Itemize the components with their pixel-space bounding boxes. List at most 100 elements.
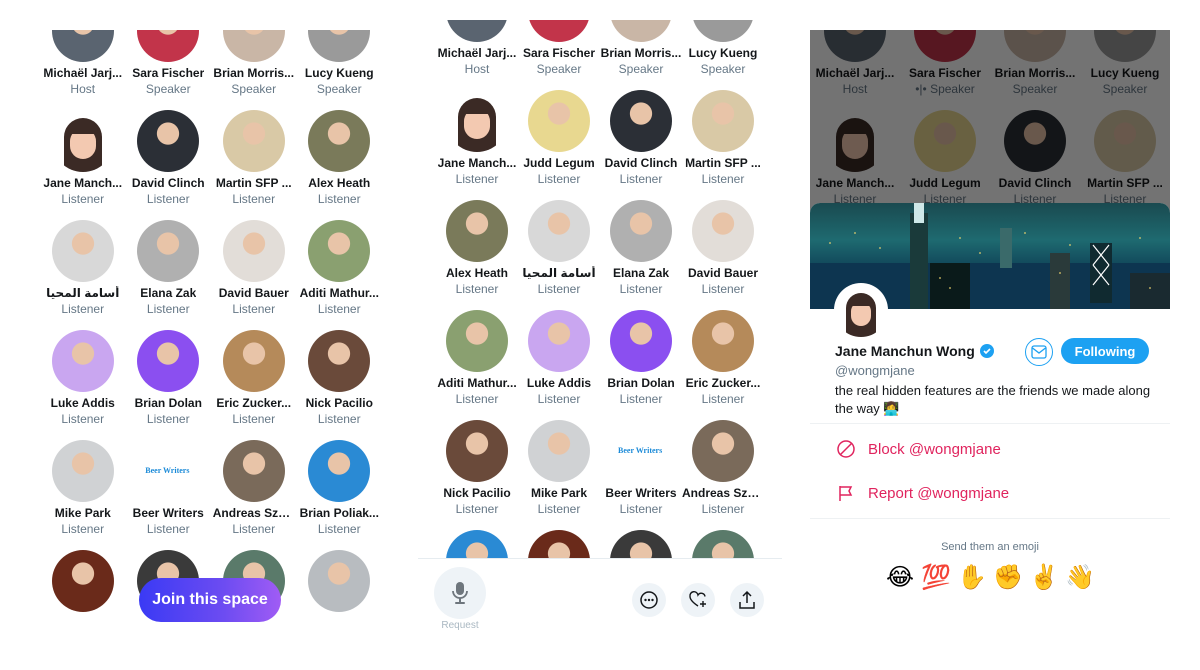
participant-item[interactable]: Mike Park Listener: [518, 420, 600, 518]
profile-avatar[interactable]: [834, 283, 888, 337]
participant-role: Listener: [232, 192, 276, 206]
participant-item[interactable]: أسامة المحيا Listener: [518, 200, 600, 298]
participant-name: Elana Zak: [612, 266, 670, 280]
emoji-button[interactable]: 😂: [884, 563, 916, 592]
emoji-button[interactable]: ✌️: [1028, 563, 1060, 592]
participant-item[interactable]: Judd Legum Listener: [518, 90, 600, 188]
participant-item[interactable]: Brian Morris... Speaker: [600, 20, 682, 78]
participant-avatar: [308, 550, 371, 612]
participant-name: Brian Morris...: [213, 66, 295, 80]
participant-role: Listener: [317, 522, 361, 536]
participant-item[interactable]: أسامة المحيا Listener: [40, 220, 126, 318]
participant-item[interactable]: Nick Pacilio Listener: [436, 420, 518, 518]
participant-item[interactable]: Eric Zucker... Listener: [211, 330, 297, 428]
participant-avatar: [446, 200, 508, 262]
participant-item[interactable]: David Bauer Listener: [682, 200, 764, 298]
participant-name: Eric Zucker...: [216, 396, 292, 410]
emoji-button[interactable]: 👋: [1064, 563, 1096, 592]
participant-avatar: [51, 440, 114, 502]
participant-item[interactable]: Brian Poliak... Listener: [297, 440, 383, 538]
participant-avatar: [51, 330, 114, 392]
participant-role: Host: [464, 62, 490, 76]
participant-item[interactable]: Martin SFP ... Listener: [682, 90, 764, 188]
participant-avatar: [610, 20, 672, 42]
participant-role: Listener: [619, 282, 663, 296]
share-button[interactable]: [730, 583, 764, 617]
participant-role: Listener: [232, 412, 276, 426]
participant-item[interactable]: Alex Heath Listener: [436, 200, 518, 298]
participant-item[interactable]: [297, 550, 383, 612]
participant-avatar: [308, 30, 371, 62]
participant-name: David Clinch: [131, 176, 205, 190]
emoji-button[interactable]: ✊: [992, 563, 1024, 592]
participant-item[interactable]: Beer Writers Beer Writers Listener: [600, 420, 682, 518]
participant-item[interactable]: David Bauer Listener: [211, 220, 297, 318]
participant-item[interactable]: Luke Addis Listener: [518, 310, 600, 408]
participant-role: Listener: [701, 392, 745, 406]
participant-item[interactable]: Martin SFP ... Listener: [211, 110, 297, 208]
participant-avatar: [528, 90, 590, 152]
participant-item[interactable]: Lucy Kueng Speaker: [682, 20, 764, 78]
participant-avatar: Beer Writers: [610, 420, 672, 482]
emoji-button[interactable]: ✋: [956, 563, 988, 592]
following-button[interactable]: Following: [1061, 338, 1149, 364]
participant-role: Host: [70, 82, 96, 96]
participant-item[interactable]: Elana Zak Listener: [600, 200, 682, 298]
participant-name: Eric Zucker...: [685, 376, 761, 390]
more-options-button[interactable]: [632, 583, 666, 617]
participant-item[interactable]: Aditi Mathur... Listener: [436, 310, 518, 408]
participant-item[interactable]: Sara Fischer Speaker: [518, 20, 600, 78]
emoji-section-title: Send them an emoji: [941, 541, 1039, 553]
participant-item[interactable]: [40, 550, 126, 612]
participant-item[interactable]: Michaël Jarj... Host: [40, 30, 126, 98]
join-space-button[interactable]: Join this space: [139, 578, 281, 622]
participant-item[interactable]: Jane Manch... Listener: [40, 110, 126, 208]
report-user-button[interactable]: Report @wongmjane: [836, 483, 1009, 503]
participant-name: Nick Pacilio: [443, 486, 511, 500]
participant-name: Brian Dolan: [134, 396, 202, 410]
participant-avatar: [528, 420, 590, 482]
participant-role: Listener: [146, 302, 190, 316]
request-mic-button[interactable]: [434, 567, 486, 619]
participant-name: Jane Manch...: [437, 156, 517, 170]
participant-item[interactable]: Andreas Sza... Listener: [682, 420, 764, 518]
participant-item[interactable]: Michaël Jarj... Host: [436, 20, 518, 78]
participant-item[interactable]: Jane Manch... Listener: [436, 90, 518, 188]
participant-item[interactable]: Brian Morris... Speaker: [211, 30, 297, 98]
participant-name: Mike Park: [54, 506, 111, 520]
participant-name: Aditi Mathur...: [299, 286, 379, 300]
participant-item[interactable]: David Clinch Listener: [126, 110, 212, 208]
emoji-button[interactable]: 💯: [920, 563, 952, 592]
participant-item[interactable]: Mike Park Listener: [40, 440, 126, 538]
participant-role: Speaker: [145, 82, 191, 96]
participant-item[interactable]: Luke Addis Listener: [40, 330, 126, 428]
participant-name: Beer Writers: [132, 506, 204, 520]
participant-item[interactable]: Brian Dolan Listener: [126, 330, 212, 428]
flag-icon: [839, 486, 853, 501]
participant-item[interactable]: Nick Pacilio Listener: [297, 330, 383, 428]
participant-item[interactable]: Eric Zucker... Listener: [682, 310, 764, 408]
participant-item[interactable]: Alex Heath Listener: [297, 110, 383, 208]
participant-item[interactable]: Brian Dolan Listener: [600, 310, 682, 408]
participant-item[interactable]: Lucy Kueng Speaker: [297, 30, 383, 98]
participant-item[interactable]: Beer Writers Beer Writers Listener: [126, 440, 212, 538]
participant-avatar: [308, 220, 371, 282]
participant-item[interactable]: Andreas Sza... Listener: [211, 440, 297, 538]
participant-item[interactable]: Elana Zak Listener: [126, 220, 212, 318]
share-icon: [739, 590, 755, 609]
participant-name: Alex Heath: [445, 266, 509, 280]
participant-avatar: [528, 20, 590, 42]
participant-name: Andreas Sza...: [212, 506, 295, 520]
participant-item[interactable]: Sara Fischer Speaker: [126, 30, 212, 98]
participant-item[interactable]: David Clinch Listener: [600, 90, 682, 188]
participant-role: Listener: [61, 412, 105, 426]
message-button[interactable]: [1025, 338, 1053, 366]
react-button[interactable]: [681, 583, 715, 617]
participant-grid: Michaël Jarj... Host Sara Fischer Speaker Br…: [436, 20, 764, 592]
participant-role: Listener: [537, 172, 581, 186]
participant-item[interactable]: Aditi Mathur... Listener: [297, 220, 383, 318]
block-user-button[interactable]: Block @wongmjane: [836, 439, 1001, 459]
block-icon: [837, 440, 855, 458]
participant-name: Luke Addis: [50, 396, 115, 410]
participant-name: Brian Dolan: [607, 376, 675, 390]
